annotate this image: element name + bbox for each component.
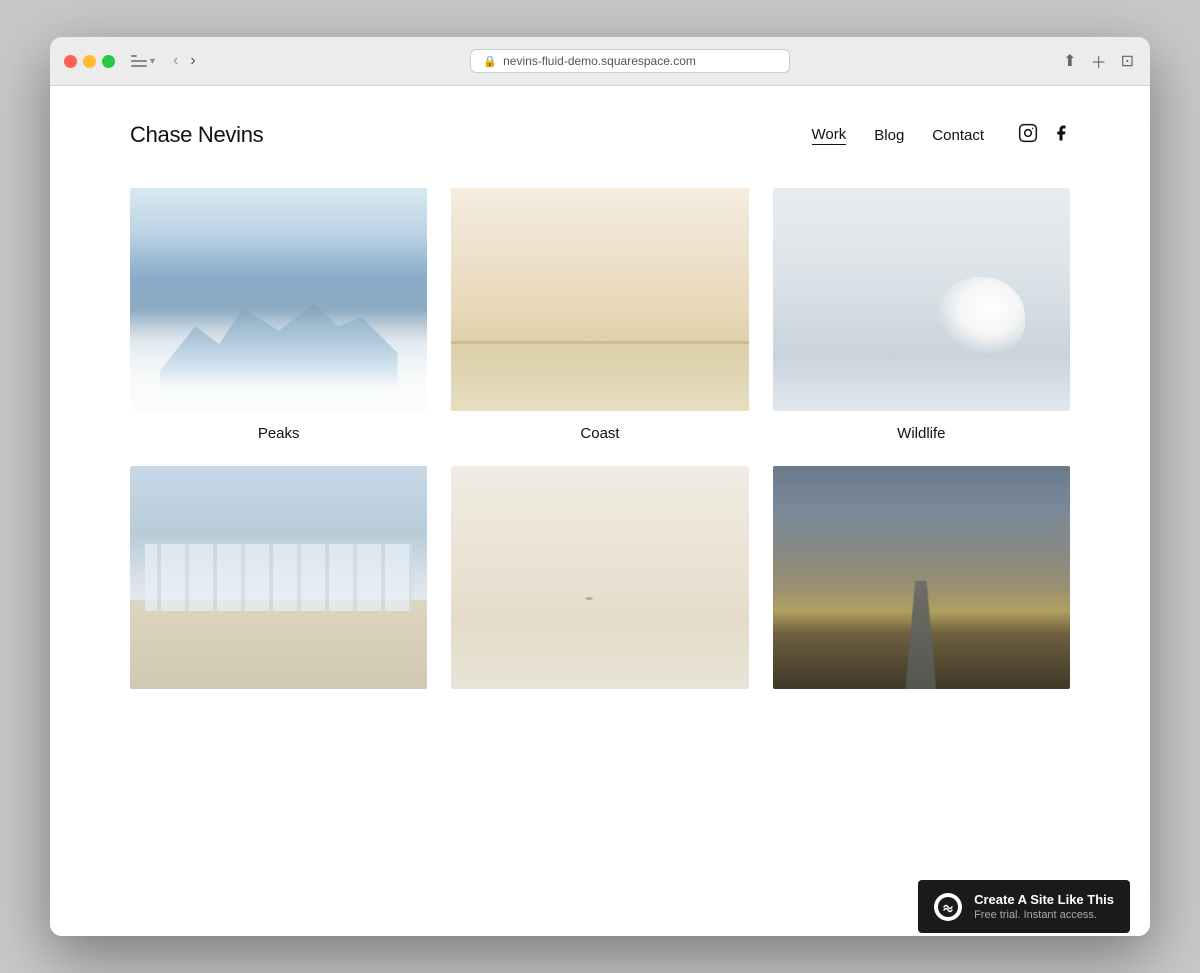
address-bar: 🔒 nevins-fluid-demo.squarespace.com (210, 49, 1051, 73)
gallery-item-beach-chairs[interactable] (130, 466, 427, 703)
chevron-down-icon: ▾ (150, 56, 155, 67)
peaks-image-placeholder (130, 188, 427, 411)
ss-badge-main-text: Create A Site Like This (974, 892, 1114, 907)
sidebar-toggle-icon (131, 55, 147, 67)
sidebar-toggle[interactable]: ▾ (131, 55, 155, 67)
squarespace-logo (934, 893, 962, 921)
ss-badge-sub-text: Free trial. Instant access. (974, 909, 1114, 921)
facebook-icon[interactable] (1052, 123, 1070, 148)
gallery: Peaks Coast Wildlife (50, 168, 1150, 743)
browser-window: ▾ ‹ › 🔒 nevins-fluid-demo.squarespace.co… (50, 37, 1150, 936)
instagram-icon[interactable] (1018, 123, 1038, 148)
lock-icon: 🔒 (483, 55, 497, 68)
nav-link-work[interactable]: Work (812, 126, 847, 145)
forward-button[interactable]: › (186, 50, 199, 72)
site-content: Chase Nevins Work Blog Contact (50, 86, 1150, 936)
nav-link-blog[interactable]: Blog (874, 127, 904, 144)
tab-overview-button[interactable]: ⊡ (1119, 49, 1136, 73)
url-text: nevins-fluid-demo.squarespace.com (503, 54, 696, 68)
site-header: Chase Nevins Work Blog Contact (50, 86, 1150, 168)
gallery-image-coast (451, 188, 748, 411)
nav-icons (1018, 123, 1070, 148)
gallery-item-highland[interactable] (773, 466, 1070, 703)
gallery-item-coast[interactable]: Coast (451, 188, 748, 442)
traffic-light-fullscreen[interactable] (102, 55, 115, 68)
site-title: Chase Nevins (130, 122, 263, 148)
gallery-item-wildlife[interactable]: Wildlife (773, 188, 1070, 442)
gallery-image-misty-water (451, 466, 748, 689)
highland-image-placeholder (773, 466, 1070, 689)
gallery-image-highland (773, 466, 1070, 689)
wildlife-image-placeholder (773, 188, 1070, 411)
ss-badge-text: Create A Site Like This Free trial. Inst… (974, 892, 1114, 921)
gallery-item-peaks[interactable]: Peaks (130, 188, 427, 442)
share-button[interactable]: ⬆ (1061, 49, 1078, 73)
site-nav: Work Blog Contact (812, 123, 1070, 148)
gallery-image-beach-chairs (130, 466, 427, 689)
beach-chairs-image-placeholder (130, 466, 427, 689)
gallery-image-peaks (130, 188, 427, 411)
browser-chrome: ▾ ‹ › 🔒 nevins-fluid-demo.squarespace.co… (50, 37, 1150, 86)
browser-actions: ⬆ ＋ ⊡ (1061, 47, 1136, 75)
gallery-image-wildlife (773, 188, 1070, 411)
gallery-caption-coast: Coast (451, 425, 748, 442)
squarespace-badge[interactable]: Create A Site Like This Free trial. Inst… (918, 880, 1130, 933)
back-button[interactable]: ‹ (169, 50, 182, 72)
new-tab-button[interactable]: ＋ (1089, 47, 1109, 75)
misty-water-image-placeholder (451, 466, 748, 689)
nav-arrows: ‹ › (169, 50, 200, 72)
url-bar[interactable]: 🔒 nevins-fluid-demo.squarespace.com (470, 49, 790, 73)
nav-link-contact[interactable]: Contact (932, 127, 984, 144)
gallery-caption-wildlife: Wildlife (773, 425, 1070, 442)
gallery-item-misty-water[interactable] (451, 466, 748, 703)
gallery-caption-peaks: Peaks (130, 425, 427, 442)
traffic-light-minimize[interactable] (83, 55, 96, 68)
traffic-light-close[interactable] (64, 55, 77, 68)
traffic-lights (64, 55, 115, 68)
coast-image-placeholder (451, 188, 748, 411)
